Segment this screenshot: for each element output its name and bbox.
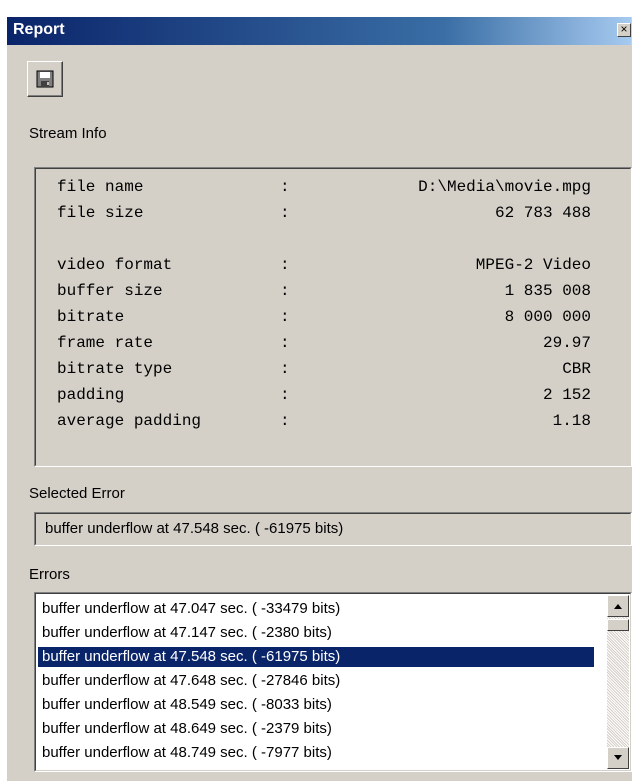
errors-label: Errors (29, 566, 70, 583)
list-item[interactable]: buffer underflow at 48.649 sec. ( -2379 … (38, 719, 594, 739)
info-value: 29.97 (542, 334, 591, 352)
close-button[interactable]: × (617, 23, 631, 37)
info-colon: : (280, 256, 290, 274)
errors-list[interactable]: buffer underflow at 47.047 sec. ( -33479… (34, 592, 632, 772)
info-key: buffer size (57, 282, 163, 300)
info-value: 2 152 (542, 386, 591, 404)
scroll-up-button[interactable] (607, 595, 629, 617)
list-item[interactable]: buffer underflow at 47.047 sec. ( -33479… (38, 599, 594, 619)
selected-error-label: Selected Error (29, 485, 125, 502)
info-value: 8 000 000 (504, 308, 591, 326)
stream-info-row: frame rate: 29.97 (35, 334, 632, 358)
save-button[interactable] (27, 61, 63, 97)
info-key: frame rate (57, 334, 154, 352)
info-key: file name (57, 178, 144, 196)
stream-info-row: video format: MPEG-2 Video (35, 256, 632, 280)
stream-info-row: bitrate type: CBR (35, 360, 632, 384)
info-key: video format (57, 256, 173, 274)
info-key: file size (57, 204, 144, 222)
info-value: MPEG-2 Video (475, 256, 591, 274)
info-colon: : (280, 334, 290, 352)
stream-info-label: Stream Info (29, 125, 107, 142)
arrow-up-icon (614, 604, 622, 609)
stream-info-box: file name: D:\Media\movie.mpg file size: 62… (34, 167, 632, 467)
info-colon: : (280, 282, 290, 300)
info-value: CBR (562, 360, 591, 378)
info-colon: : (280, 412, 290, 430)
stream-info-row: average padding: 1.18 (35, 412, 632, 436)
list-item-selected[interactable]: buffer underflow at 47.548 sec. ( -61975… (38, 647, 594, 667)
info-colon: : (280, 204, 290, 222)
report-window: Report × Stream Info file name: D:\Media\… (6, 16, 632, 781)
arrow-down-icon (614, 755, 622, 760)
stream-info-row: file name: D:\Media\movie.mpg (35, 178, 632, 202)
title-bar[interactable]: Report × (7, 17, 631, 45)
window-title: Report (13, 21, 65, 38)
info-key: padding (57, 386, 125, 404)
info-key: bitrate (57, 308, 125, 326)
selected-error-field: buffer underflow at 47.548 sec. ( -61975… (34, 512, 632, 546)
list-item[interactable]: buffer underflow at 47.648 sec. ( -27846… (38, 671, 594, 691)
floppy-disk-icon (36, 70, 54, 88)
stream-info-row: buffer size: 1 835 008 (35, 282, 632, 306)
scroll-down-button[interactable] (607, 747, 629, 769)
info-value: 1.18 (552, 412, 591, 430)
scroll-thumb[interactable] (607, 619, 629, 631)
info-colon: : (280, 360, 290, 378)
info-colon: : (280, 178, 290, 196)
info-value: 1 835 008 (504, 282, 591, 300)
list-item[interactable]: buffer underflow at 48.749 sec. ( -7977 … (38, 743, 594, 763)
list-item[interactable]: buffer underflow at 47.147 sec. ( -2380 … (38, 623, 594, 643)
stream-info-row: bitrate: 8 000 000 (35, 308, 632, 332)
list-item[interactable]: buffer underflow at 48.549 sec. ( -8033 … (38, 695, 594, 715)
info-key: average padding (57, 412, 202, 430)
errors-scrollbar[interactable] (607, 595, 629, 769)
selected-error-value: buffer underflow at 47.548 sec. ( -61975… (45, 520, 344, 537)
info-colon: : (280, 386, 290, 404)
stream-info-row: padding: 2 152 (35, 386, 632, 410)
info-value: D:\Media\movie.mpg (418, 178, 591, 196)
info-colon: : (280, 308, 290, 326)
info-value: 62 783 488 (494, 204, 591, 222)
stream-info-row (35, 230, 632, 254)
stream-info-row: file size: 62 783 488 (35, 204, 632, 228)
info-key: bitrate type (57, 360, 173, 378)
